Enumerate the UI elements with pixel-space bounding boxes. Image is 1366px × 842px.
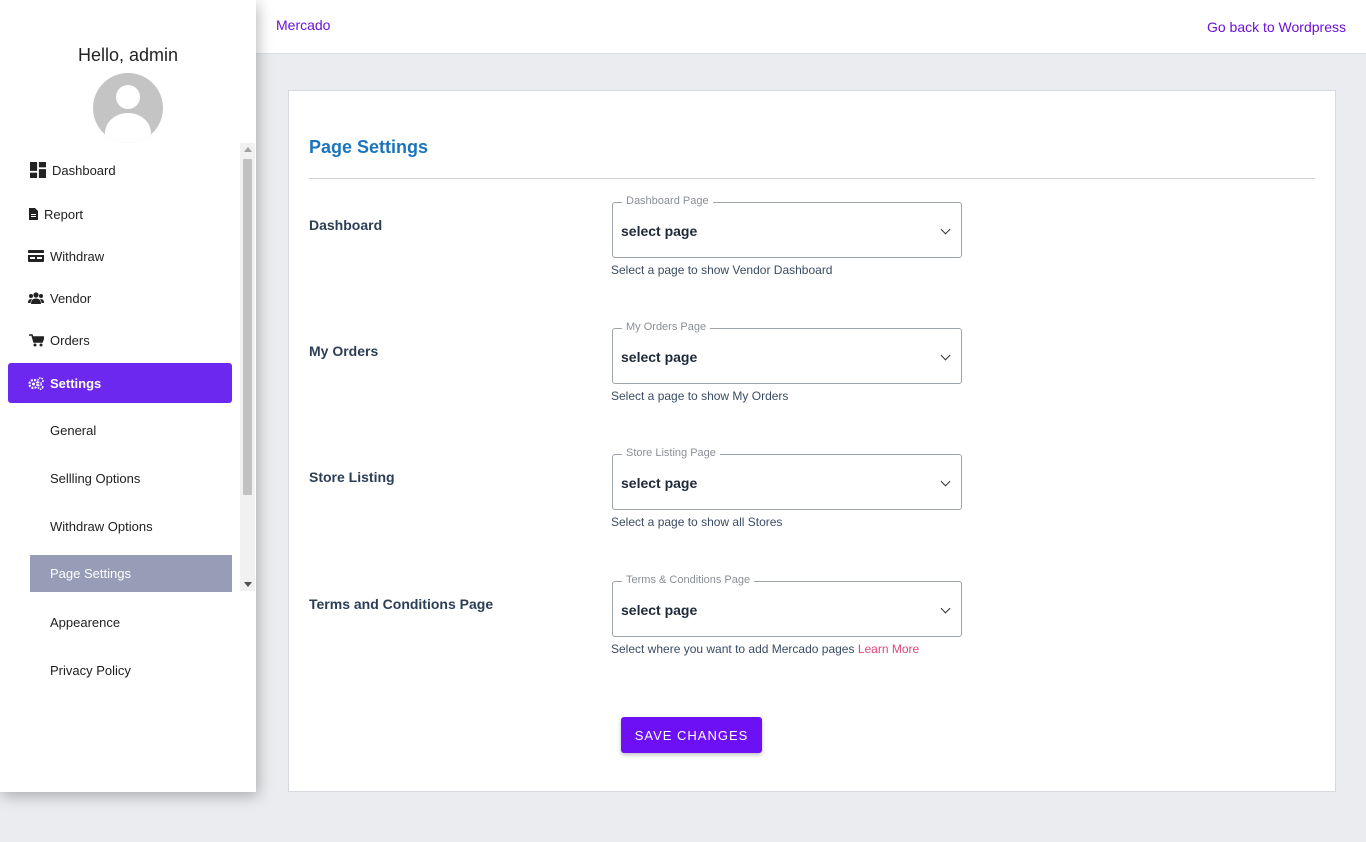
sub-item-label: General <box>50 423 97 438</box>
sidebar-item-withdraw[interactable]: Withdraw <box>8 236 232 276</box>
sub-item-label: Appearence <box>50 615 121 630</box>
scroll-down-arrow-icon[interactable] <box>244 582 252 587</box>
row-label-terms: Terms and Conditions Page <box>309 596 494 612</box>
select-value: select page <box>621 223 698 239</box>
page-settings-panel: Page Settings Dashboard Dashboard Page s… <box>288 90 1336 792</box>
help-text: Select where you want to add Mercado pag… <box>611 642 919 656</box>
scroll-up-arrow-icon[interactable] <box>244 147 252 152</box>
select-value: select page <box>621 602 698 618</box>
help-text: Select a page to show Vendor Dashboard <box>611 263 833 277</box>
sidebar-item-label: Report <box>44 206 84 222</box>
file-icon <box>28 208 38 220</box>
sidebar-item-dashboard[interactable]: Dashboard <box>8 150 232 190</box>
chevron-down-icon <box>940 603 951 614</box>
select-value: select page <box>621 349 698 365</box>
sub-item-label: Sellling Options <box>50 471 141 486</box>
sub-item-appearence[interactable]: Appearence <box>30 604 232 641</box>
scrollbar-thumb[interactable] <box>243 159 252 495</box>
cart-icon <box>28 333 44 347</box>
field-legend: My Orders Page <box>622 321 711 333</box>
store-listing-page-select[interactable]: Store Listing Page select page <box>612 447 962 510</box>
gears-icon <box>28 376 44 390</box>
learn-more-link[interactable]: Learn More <box>858 642 919 656</box>
chevron-down-icon <box>940 476 951 487</box>
dashboard-icon <box>30 161 46 179</box>
save-changes-button[interactable]: SAVE CHANGES <box>621 717 762 753</box>
sub-item-label: Withdraw Options <box>50 519 153 534</box>
divider <box>309 178 1315 179</box>
sidebar-scrollbar[interactable] <box>240 143 255 591</box>
back-to-wordpress-link[interactable]: Go back to Wordpress <box>1207 19 1346 35</box>
sub-item-general[interactable]: General <box>30 412 232 449</box>
field-legend: Terms & Conditions Page <box>622 574 755 586</box>
sub-item-label: Privacy Policy <box>50 663 131 678</box>
sidebar-item-settings[interactable]: Settings <box>8 363 232 403</box>
help-text: Select a page to show My Orders <box>611 389 789 403</box>
row-label-store-listing: Store Listing <box>309 469 395 485</box>
users-icon <box>28 292 44 304</box>
sidebar-item-vendor[interactable]: Vendor <box>8 278 232 318</box>
sidebar-item-orders[interactable]: Orders <box>8 320 232 360</box>
sidebar-item-label: Orders <box>50 332 90 348</box>
sidebar-item-label: Settings <box>50 375 102 391</box>
chevron-down-icon <box>940 224 951 235</box>
help-text-label: Select where you want to add Mercado pag… <box>611 642 855 656</box>
sidebar: Hello, admin Dashboard Report Withdraw V… <box>0 0 256 792</box>
sub-item-page-settings[interactable]: Page Settings <box>30 555 232 592</box>
field-legend: Store Listing Page <box>622 447 720 459</box>
sidebar-item-label: Vendor <box>50 290 92 306</box>
card-icon <box>28 250 44 262</box>
terms-conditions-page-select[interactable]: Terms & Conditions Page select page <box>612 574 962 637</box>
sub-item-privacy-policy[interactable]: Privacy Policy <box>30 652 232 689</box>
avatar <box>93 73 163 143</box>
sub-item-withdraw-options[interactable]: Withdraw Options <box>30 508 232 545</box>
row-label-dashboard: Dashboard <box>309 217 383 233</box>
sub-item-label: Page Settings <box>50 566 131 581</box>
chevron-down-icon <box>940 350 951 361</box>
greeting: Hello, admin <box>77 45 179 65</box>
page-title: Page Settings <box>309 137 429 157</box>
sidebar-item-label: Dashboard <box>52 162 116 178</box>
sidebar-item-report[interactable]: Report <box>8 194 232 234</box>
my-orders-page-select[interactable]: My Orders Page select page <box>612 321 962 384</box>
select-value: select page <box>621 475 698 491</box>
brand-link[interactable]: Mercado <box>276 17 330 33</box>
row-label-my-orders: My Orders <box>309 343 379 359</box>
help-text: Select a page to show all Stores <box>611 515 783 529</box>
sub-item-selling-options[interactable]: Sellling Options <box>30 460 232 497</box>
sidebar-item-label: Withdraw <box>50 248 105 264</box>
dashboard-page-select[interactable]: Dashboard Page select page <box>612 195 962 258</box>
field-legend: Dashboard Page <box>622 195 713 207</box>
